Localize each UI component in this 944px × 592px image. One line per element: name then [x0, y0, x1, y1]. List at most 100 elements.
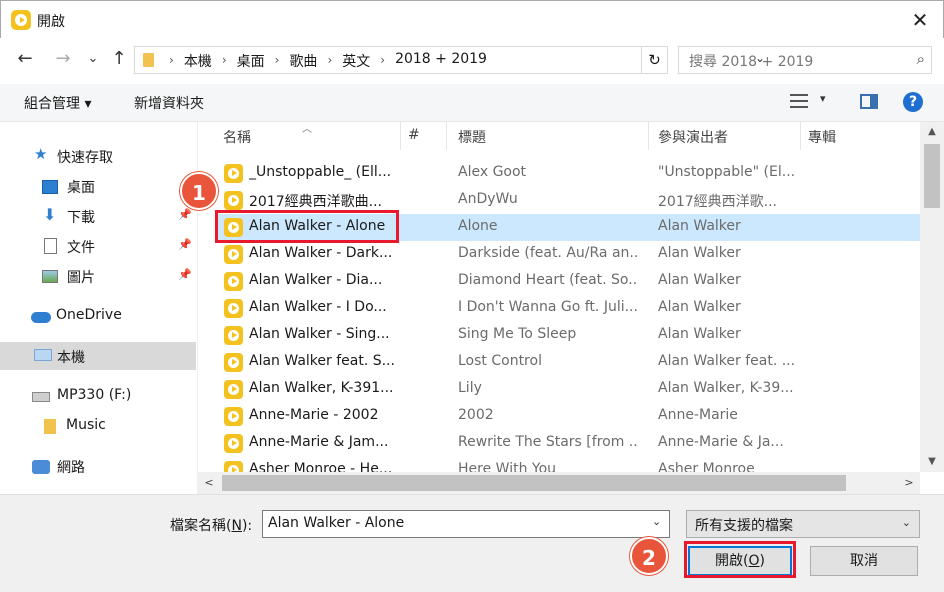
file-row[interactable]: Alan Walker - Dia... Diamond Heart (feat.…: [218, 268, 920, 295]
file-title: Alone: [458, 218, 498, 234]
breadcrumb-separator[interactable]: ›: [376, 51, 389, 71]
close-button[interactable]: ✕: [907, 7, 933, 33]
breadcrumb-separator[interactable]: ›: [271, 51, 284, 71]
horizontal-scroll-thumb[interactable]: [222, 475, 846, 491]
vertical-scrollbar[interactable]: ▲ ▼: [920, 122, 944, 472]
cancel-button[interactable]: 取消: [810, 546, 918, 576]
highlight-open-button: [684, 541, 796, 578]
step-badge-2: 2: [630, 537, 668, 575]
breadcrumb-separator[interactable]: ›: [218, 51, 231, 71]
media-file-icon: [224, 191, 243, 210]
sidebar-item-mp330[interactable]: MP330 (F:): [0, 382, 196, 410]
sidebar-item-desktop[interactable]: 桌面 📌: [0, 172, 196, 200]
sidebar-item-this-pc[interactable]: 本機: [0, 342, 196, 370]
sidebar-item-music[interactable]: Music: [0, 412, 196, 440]
file-row[interactable]: Alan Walker feat. S... Lost Control Alan W…: [218, 349, 920, 376]
sidebar-item-onedrive[interactable]: OneDrive: [0, 302, 196, 330]
view-dropdown-icon[interactable]: ▾: [820, 92, 826, 105]
scroll-right-button[interactable]: >: [898, 472, 920, 494]
vertical-scroll-thumb[interactable]: [924, 144, 940, 208]
dialog-footer: 檔案名稱(N): Alan Walker - Alone ⌄ 所有支援的檔案 ⌄…: [0, 494, 944, 592]
column-header-album[interactable]: 專輯: [808, 127, 836, 147]
sidebar-item-label: 本機: [57, 350, 85, 366]
view-details-icon[interactable]: [790, 94, 808, 108]
scroll-down-button[interactable]: ▼: [920, 452, 944, 472]
file-row[interactable]: Anne-Marie & Jam... Rewrite The Stars [fr…: [218, 430, 920, 457]
file-name: Alan Walker, K-391...: [249, 380, 394, 396]
column-divider[interactable]: [446, 122, 447, 150]
file-name: Alan Walker feat. S...: [249, 353, 395, 369]
filename-dropdown-icon[interactable]: ⌄: [652, 515, 661, 528]
pin-icon[interactable]: 📌: [178, 238, 192, 251]
address-bar[interactable]: › 本機 › 桌面 › 歌曲 › 英文 › 2018 + 2019 ⌄ ↻: [134, 46, 765, 74]
recent-locations-dropdown[interactable]: ⌄: [82, 48, 104, 70]
filename-input[interactable]: Alan Walker - Alone: [262, 510, 670, 538]
sidebar-item-downloads[interactable]: ⬇ 下載 📌: [0, 202, 196, 230]
sidebar-item-label: 桌面: [67, 180, 95, 196]
file-title: Lily: [458, 380, 482, 396]
horizontal-scrollbar[interactable]: < >: [198, 472, 920, 494]
column-headers: ︿ 名稱 # 標題 參與演出者 專輯: [198, 122, 920, 150]
forward-button[interactable]: →: [52, 48, 74, 70]
column-divider[interactable]: [648, 122, 649, 150]
organize-menu[interactable]: 組合管理 ▾: [24, 93, 91, 113]
desktop-icon: [42, 180, 58, 194]
up-button[interactable]: ↑: [108, 48, 130, 70]
star-icon: ★: [34, 145, 48, 163]
file-artist: Alan Walker, K-39...: [658, 380, 794, 396]
sidebar-item-pictures[interactable]: 圖片 📌: [0, 262, 196, 290]
sidebar-item-label: 快速存取: [57, 150, 113, 166]
preview-pane-icon[interactable]: [860, 94, 878, 109]
help-icon[interactable]: ?: [903, 92, 923, 112]
window-title: 開啟: [37, 14, 65, 30]
sidebar-item-network[interactable]: 網路: [0, 452, 196, 480]
media-file-icon: [224, 326, 243, 345]
file-row[interactable]: _Unstoppable_ (Ell... Alex Goot "Unstoppab…: [218, 160, 920, 187]
breadcrumb-desktop[interactable]: 桌面: [231, 51, 271, 71]
search-input[interactable]: 搜尋 2018 + 2019: [689, 51, 813, 71]
pin-icon[interactable]: 📌: [178, 268, 192, 281]
scroll-up-button[interactable]: ▲: [920, 122, 944, 142]
column-header-artist[interactable]: 參與演出者: [658, 127, 728, 147]
sidebar-item-label: 圖片: [67, 270, 95, 286]
search-box[interactable]: 搜尋 2018 + 2019 ⌕: [678, 46, 932, 74]
file-name: Alan Walker - Sing...: [249, 326, 390, 342]
sidebar-item-quick-access[interactable]: ★ 快速存取: [0, 142, 196, 170]
column-header-title[interactable]: 標題: [458, 127, 486, 147]
breadcrumb: › 本機 › 桌面 › 歌曲 › 英文 › 2018 + 2019: [165, 51, 493, 71]
back-button[interactable]: ←: [14, 48, 36, 70]
breadcrumb-2018-2019[interactable]: 2018 + 2019: [389, 51, 493, 71]
media-file-icon: [224, 380, 243, 399]
file-artist: Alan Walker: [658, 272, 741, 288]
file-artist: Anne-Marie: [658, 407, 738, 423]
file-row[interactable]: Alan Walker - Sing... Sing Me To Sleep Ala…: [218, 322, 920, 349]
new-folder-button[interactable]: 新增資料夾: [134, 93, 204, 113]
drive-icon: [32, 392, 50, 402]
file-row[interactable]: Alan Walker - I Do... I Don't Wanna Go ft…: [218, 295, 920, 322]
column-header-name[interactable]: 名稱: [223, 127, 251, 147]
file-artist: Anne-Marie & Ja...: [658, 434, 784, 450]
scroll-left-button[interactable]: <: [198, 472, 220, 494]
file-row[interactable]: Alan Walker - Dark... Darkside (feat. Au/…: [218, 241, 920, 268]
file-row[interactable]: Alan Walker, K-391... Lily Alan Walker, K-…: [218, 376, 920, 403]
file-name: Alan Walker - Dark...: [249, 245, 393, 261]
download-icon: ⬇: [43, 205, 57, 224]
pin-icon[interactable]: 📌: [178, 208, 192, 221]
breadcrumb-separator[interactable]: ›: [323, 51, 336, 71]
filetype-select[interactable]: 所有支援的檔案 ⌄: [686, 510, 920, 538]
breadcrumb-this-pc[interactable]: 本機: [178, 51, 218, 71]
column-divider[interactable]: [800, 122, 801, 150]
file-name: Anne-Marie & Jam...: [249, 434, 389, 450]
filetype-value: 所有支援的檔案: [695, 518, 793, 534]
search-icon[interactable]: ⌕: [917, 50, 925, 68]
breadcrumb-english[interactable]: 英文: [336, 51, 376, 71]
file-artist: Alan Walker: [658, 218, 741, 234]
file-title: Diamond Heart (feat. So...: [458, 272, 638, 288]
sidebar-item-documents[interactable]: 文件 📌: [0, 232, 196, 260]
column-divider[interactable]: [400, 122, 401, 150]
column-header-number[interactable]: #: [408, 127, 420, 143]
media-file-icon: [224, 353, 243, 372]
file-row[interactable]: Anne-Marie - 2002 2002 Anne-Marie: [218, 403, 920, 430]
breadcrumb-songs[interactable]: 歌曲: [283, 51, 323, 71]
refresh-button[interactable]: ↻: [641, 47, 667, 73]
